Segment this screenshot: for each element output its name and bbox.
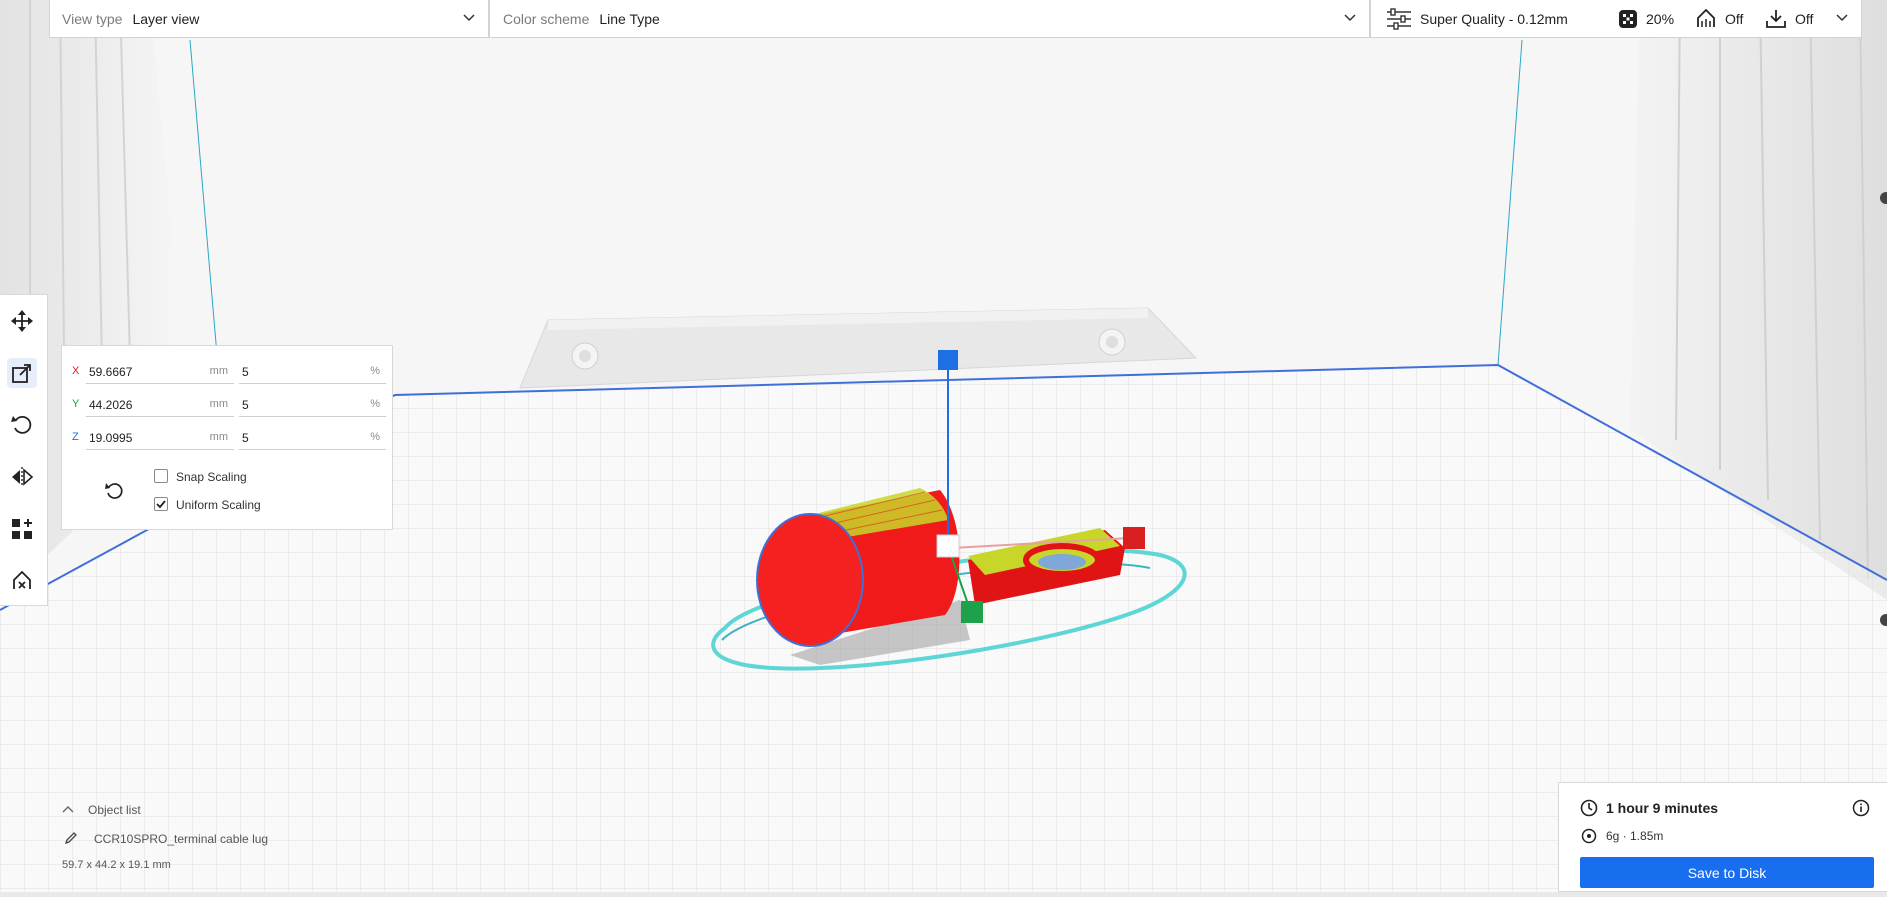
save-to-disk-button[interactable]: Save to Disk bbox=[1580, 857, 1874, 888]
uniform-scaling-label: Uniform Scaling bbox=[176, 498, 261, 512]
per-model-settings-tool-button[interactable] bbox=[7, 514, 37, 544]
move-icon bbox=[11, 310, 33, 332]
infill-icon bbox=[1619, 9, 1637, 28]
infill-value: 20% bbox=[1646, 10, 1675, 27]
unit-mm: mm bbox=[209, 431, 228, 443]
snap-scaling-label: Snap Scaling bbox=[176, 470, 247, 484]
color-scheme-selector[interactable]: Color scheme Line Type bbox=[489, 0, 1370, 38]
scale-z-mm-input[interactable]: 19.0995 mm bbox=[86, 426, 234, 450]
scale-x-mm-value: 59.6667 bbox=[89, 365, 133, 379]
reset-icon bbox=[105, 483, 123, 499]
tool-toolbar bbox=[0, 294, 48, 606]
chevron-down-icon bbox=[1344, 14, 1356, 22]
scale-z-percent-value: 5 bbox=[242, 431, 249, 445]
adhesion-value: Off bbox=[1795, 10, 1814, 27]
scale-row-y: Y 44.2026 mm 5 % bbox=[72, 393, 386, 417]
view-type-label: View type bbox=[62, 10, 123, 27]
object-list-header: Object list bbox=[88, 803, 141, 817]
clock-icon bbox=[1580, 799, 1598, 817]
chevron-down-icon bbox=[1836, 14, 1848, 22]
scale-x-mm-input[interactable]: 59.6667 mm bbox=[86, 360, 234, 384]
unit-percent: % bbox=[370, 365, 380, 377]
checkmark-icon bbox=[156, 500, 166, 509]
object-name: CCR10SPRO_terminal cable lug bbox=[94, 832, 269, 846]
color-scheme-value: Line Type bbox=[599, 10, 660, 27]
scale-row-x: X 59.6667 mm 5 % bbox=[72, 360, 386, 384]
scale-x-percent-input[interactable]: 5 % bbox=[239, 360, 386, 384]
scale-y-mm-input[interactable]: 44.2026 mm bbox=[86, 393, 234, 417]
unit-percent: % bbox=[370, 431, 380, 443]
axis-label-x: X bbox=[72, 365, 80, 377]
scale-panel: X 59.6667 mm 5 % Y 44.2026 mm 5 % Z 19.0… bbox=[61, 345, 393, 530]
spool-icon bbox=[1581, 828, 1597, 844]
uniform-scaling-checkbox[interactable] bbox=[154, 497, 168, 511]
color-scheme-label: Color scheme bbox=[503, 10, 590, 27]
pencil-icon bbox=[64, 832, 77, 845]
per-model-settings-icon bbox=[12, 519, 32, 539]
scale-z-mm-value: 19.0995 bbox=[89, 431, 133, 445]
support-blocker-icon bbox=[13, 570, 31, 589]
info-icon[interactable] bbox=[1852, 799, 1870, 817]
object-name-row[interactable]: CCR10SPRO_terminal cable lug bbox=[62, 829, 312, 849]
support-icon bbox=[1697, 8, 1715, 27]
scale-tool-button[interactable] bbox=[7, 358, 37, 388]
scale-z-percent-input[interactable]: 5 % bbox=[239, 426, 386, 450]
support-value: Off bbox=[1725, 10, 1744, 27]
scale-y-percent-value: 5 bbox=[242, 398, 249, 412]
scale-y-percent-input[interactable]: 5 % bbox=[239, 393, 386, 417]
print-time: 1 hour 9 minutes bbox=[1606, 800, 1719, 816]
axis-label-y: Y bbox=[72, 398, 80, 410]
scale-row-z: Z 19.0995 mm 5 % bbox=[72, 426, 386, 450]
unit-mm: mm bbox=[209, 365, 228, 377]
print-summary-panel: 1 hour 9 minutes 6g · 1.85m Save to Disk bbox=[1558, 782, 1887, 892]
reset-scale-button[interactable] bbox=[102, 478, 128, 504]
scale-x-percent-value: 5 bbox=[242, 365, 249, 379]
move-tool-button[interactable] bbox=[7, 306, 37, 336]
object-dimensions: 59.7 x 44.2 x 19.1 mm bbox=[62, 859, 171, 871]
mirror-tool-button[interactable] bbox=[7, 462, 37, 492]
support-blocker-tool-button[interactable] bbox=[7, 566, 37, 596]
settings-sliders-icon bbox=[1387, 7, 1411, 30]
view-type-selector[interactable]: View type Layer view bbox=[49, 0, 489, 38]
unit-mm: mm bbox=[209, 398, 228, 410]
unit-percent: % bbox=[370, 398, 380, 410]
print-settings-selector[interactable]: Super Quality - 0.12mm 20% Off Off bbox=[1370, 0, 1862, 38]
view-type-value: Layer view bbox=[132, 10, 200, 27]
chevron-up-icon bbox=[62, 806, 74, 813]
scale-icon bbox=[12, 364, 31, 383]
profile-name: Super Quality - 0.12mm bbox=[1420, 10, 1568, 27]
print-material: 6g · 1.85m bbox=[1606, 829, 1664, 843]
object-list-toggle[interactable]: Object list bbox=[62, 801, 222, 819]
mirror-icon bbox=[12, 467, 34, 487]
rotate-icon bbox=[11, 415, 32, 434]
adhesion-icon bbox=[1766, 9, 1786, 28]
chevron-down-icon bbox=[463, 14, 475, 22]
axis-label-z: Z bbox=[72, 431, 79, 443]
rotate-tool-button[interactable] bbox=[7, 410, 37, 440]
snap-scaling-checkbox[interactable] bbox=[154, 469, 168, 483]
scale-y-mm-value: 44.2026 bbox=[89, 398, 133, 412]
